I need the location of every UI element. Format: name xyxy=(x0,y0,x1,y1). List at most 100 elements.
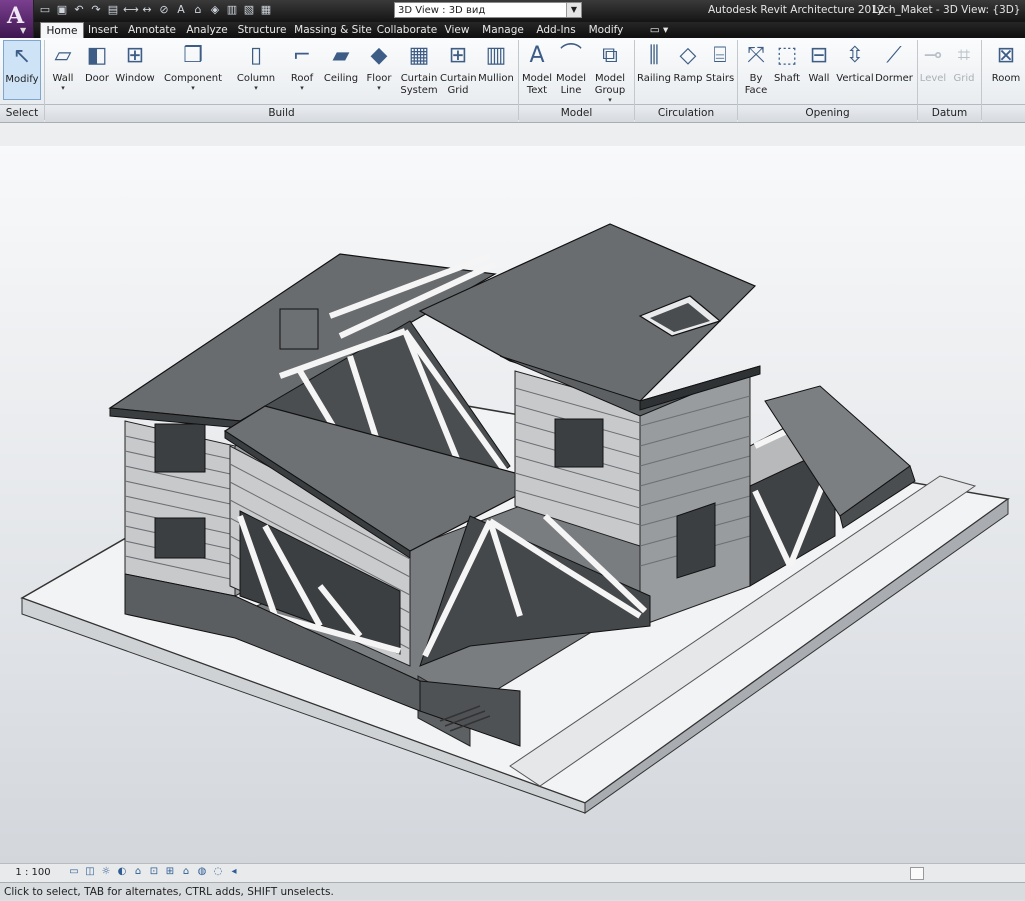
dimension-icon[interactable]: ↔ xyxy=(140,3,154,17)
door-icon: ◧ xyxy=(86,43,108,68)
stairs-button[interactable]: ⌸ Stairs xyxy=(705,40,735,85)
thin-lines-icon[interactable]: ▥ xyxy=(225,3,239,17)
3d-view-canvas[interactable] xyxy=(0,146,1025,863)
panel-room[interactable] xyxy=(982,104,1025,122)
railing-icon: ⫼ xyxy=(648,43,660,68)
tab-collaborate[interactable]: Collaborate xyxy=(376,22,438,38)
tab-home[interactable]: Home xyxy=(40,22,84,39)
view-selector-value: 3D View : 3D вид xyxy=(398,5,486,16)
curtain-system-button[interactable]: ▦ Curtain System xyxy=(400,40,438,97)
measure-icon[interactable]: ⟷ xyxy=(123,3,139,17)
tab-insert[interactable]: Insert xyxy=(86,22,120,38)
panel-opening[interactable]: Opening xyxy=(738,104,917,122)
shadows-icon[interactable]: ◐ xyxy=(116,866,128,878)
panel-model[interactable]: Model xyxy=(519,104,634,122)
view-selector-dropdown[interactable]: 3D View : 3D вид ▼ xyxy=(394,2,582,18)
model-group-icon: ⧉ xyxy=(602,43,618,68)
application-menu-button[interactable]: A ▼ xyxy=(0,0,34,38)
chevron-down-icon: ▼ xyxy=(20,26,27,35)
building-model[interactable] xyxy=(0,146,1025,863)
tab-analyze[interactable]: Analyze xyxy=(184,22,230,38)
grid-icon: ⌗ xyxy=(957,43,971,68)
panel-circulation[interactable]: Circulation xyxy=(635,104,737,122)
ribbon-minimize-icon[interactable]: ▭ ▾ xyxy=(646,22,672,38)
status-bar: Click to select, TAB for alternates, CTR… xyxy=(0,882,1025,900)
panel-select[interactable]: Select xyxy=(0,104,44,122)
component-button[interactable]: ❒ Component ▾ xyxy=(162,40,224,92)
roof-button[interactable]: ⌐ Roof ▾ xyxy=(286,40,318,92)
quick-access-toolbar: ▭ ▣ ↶ ↷ ▤ ⟷ ↔ ⊘ A ⌂ ◈ ▥ ▧ ▦ xyxy=(38,3,273,19)
ceiling-button[interactable]: ▰ Ceiling xyxy=(322,40,360,85)
workset-indicator[interactable] xyxy=(910,867,924,880)
vertical-opening-button[interactable]: ⇳ Vertical xyxy=(836,40,874,85)
model-group-button[interactable]: ⧉ Model Group ▾ xyxy=(592,40,628,104)
column-button[interactable]: ▯ Column ▾ xyxy=(234,40,278,92)
tab-add-ins[interactable]: Add-Ins xyxy=(534,22,578,38)
visual-style-icon[interactable]: ◫ xyxy=(84,866,96,878)
shaft-button[interactable]: ⬚ Shaft xyxy=(773,40,801,85)
document-title: Lych_Maket - 3D View: {3D} xyxy=(872,4,1021,16)
undo-icon[interactable]: ↶ xyxy=(72,3,86,17)
floor-button[interactable]: ◆ Floor ▾ xyxy=(364,40,394,92)
ramp-button[interactable]: ◇ Ramp xyxy=(673,40,703,85)
tab-modify[interactable]: Modify xyxy=(586,22,626,38)
modify-button[interactable]: ↖ Modify xyxy=(3,40,41,100)
panel-datum[interactable]: Datum xyxy=(918,104,981,122)
vertical-opening-icon: ⇳ xyxy=(845,43,865,68)
wall-icon: ▱ xyxy=(54,43,72,68)
by-face-icon: ⤧ xyxy=(747,43,765,68)
railing-button[interactable]: ⫼ Railing xyxy=(637,40,671,85)
print-icon[interactable]: ▤ xyxy=(106,3,120,17)
right-lower-window xyxy=(676,502,716,579)
model-line-button[interactable]: ⌒ Model Line xyxy=(555,40,587,97)
dormer-button[interactable]: ⟋ Dormer xyxy=(874,40,914,85)
close-hidden-windows-icon[interactable]: ▧ xyxy=(242,3,256,17)
tab-manage[interactable]: Manage xyxy=(480,22,526,38)
curtain-system-icon: ▦ xyxy=(408,43,430,68)
curtain-grid-button[interactable]: ⊞ Curtain Grid xyxy=(440,40,477,97)
redo-icon[interactable]: ↷ xyxy=(89,3,103,17)
mullion-button[interactable]: ▥ Mullion xyxy=(477,40,515,85)
by-face-button[interactable]: ⤧ By Face xyxy=(740,40,772,97)
reveal-hidden-icon[interactable]: ◌ xyxy=(212,866,224,878)
save-icon[interactable]: ▣ xyxy=(55,3,69,17)
crop-region-icon[interactable]: ⊞ xyxy=(164,866,176,878)
room-button[interactable]: ⊠ Room xyxy=(990,40,1022,85)
lock-3d-view-icon[interactable]: ⌂ xyxy=(180,866,192,878)
text-icon[interactable]: A xyxy=(174,3,188,17)
drawing-area-frame xyxy=(0,123,1025,147)
panel-build[interactable]: Build xyxy=(45,104,518,122)
tab-view[interactable]: View xyxy=(442,22,472,38)
wall-button[interactable]: ▱ Wall ▾ xyxy=(46,40,80,92)
tab-annotate[interactable]: Annotate xyxy=(126,22,178,38)
crop-view-icon[interactable]: ⊡ xyxy=(148,866,160,878)
wall-opening-icon: ⊟ xyxy=(809,43,829,68)
column-icon: ▯ xyxy=(249,43,263,68)
left-lower-window xyxy=(154,517,206,559)
dropdown-arrow-icon: ▾ xyxy=(61,84,65,92)
rendering-dialog-icon[interactable]: ⌂ xyxy=(132,866,144,878)
door-button[interactable]: ◧ Door xyxy=(82,40,112,85)
wall-opening-button[interactable]: ⊟ Wall xyxy=(805,40,833,85)
chevron-down-icon[interactable]: ▼ xyxy=(566,3,581,17)
temporary-hide-icon[interactable]: ◍ xyxy=(196,866,208,878)
chimney xyxy=(279,308,319,350)
tab-structure[interactable]: Structure xyxy=(236,22,288,38)
grid-button[interactable]: ⌗ Grid xyxy=(950,40,978,85)
detail-level-icon[interactable]: ▭ xyxy=(68,866,80,878)
tab-massing-site[interactable]: Massing & Site xyxy=(294,22,372,38)
window-button[interactable]: ⊞ Window xyxy=(114,40,156,85)
switch-windows-icon[interactable]: ▦ xyxy=(259,3,273,17)
open-icon[interactable]: ▭ xyxy=(38,3,52,17)
ribbon: ↖ Modify ▱ Wall ▾ ◧ Door ⊞ Window ❒ Comp… xyxy=(0,38,1025,123)
chevron-left-icon[interactable]: ◂ xyxy=(228,866,240,878)
sun-path-icon[interactable]: ☼ xyxy=(100,866,112,878)
view-scale[interactable]: 1 : 100 xyxy=(4,865,62,880)
roof-icon: ⌐ xyxy=(292,43,312,68)
section-icon[interactable]: ◈ xyxy=(208,3,222,17)
level-button[interactable]: ⊸ Level xyxy=(919,40,947,85)
view-control-icons: ▭ ◫ ☼ ◐ ⌂ ⊡ ⊞ ⌂ ◍ ◌ ◂ xyxy=(68,866,240,878)
model-text-button[interactable]: A Model Text xyxy=(520,40,554,97)
3d-view-icon[interactable]: ⌂ xyxy=(191,3,205,17)
tag-icon[interactable]: ⊘ xyxy=(157,3,171,17)
